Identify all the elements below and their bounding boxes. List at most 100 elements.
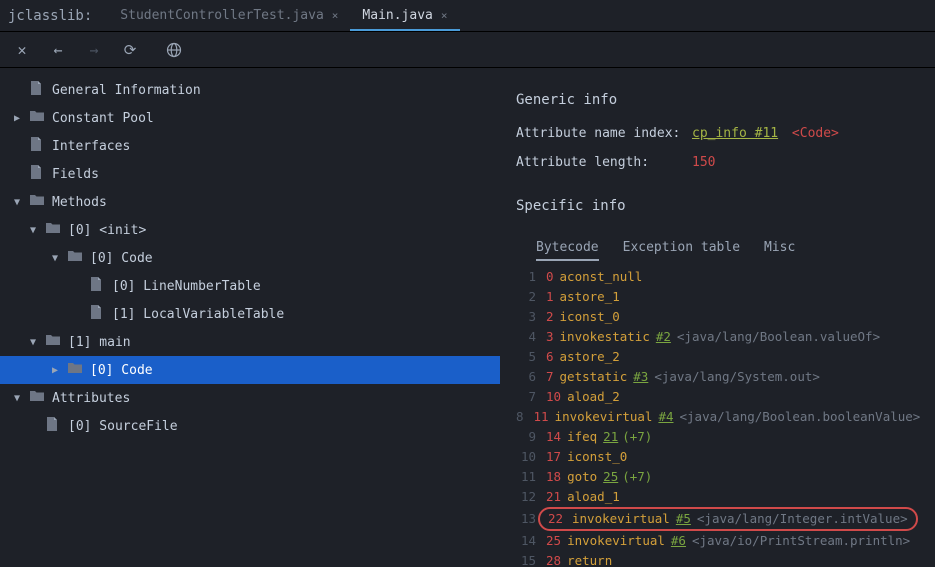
bc-content: 11 invokevirtual #4 <java/lang/Boolean.bool… [534, 407, 921, 427]
bytecode-row[interactable]: 10aconst_null [516, 267, 919, 287]
file-icon [30, 81, 46, 99]
globe-icon[interactable] [164, 40, 184, 60]
bc-comment: <java/lang/Integer.intValue> [697, 509, 908, 529]
bc-highlighted-row: 22invokevirtual#5<java/lang/Integer.intV… [538, 507, 918, 531]
bytecode-row[interactable]: 1425invokevirtual#6<java/io/PrintStream.… [516, 531, 919, 551]
chevron-down-icon[interactable]: ▼ [14, 197, 28, 208]
tree-item[interactable]: [1] LocalVariableTable [0, 300, 500, 328]
tree-item[interactable]: [0] LineNumberTable [0, 272, 500, 300]
folder-icon [30, 110, 46, 126]
app-title: jclasslib: [8, 8, 92, 24]
bc-offset: 21 [546, 489, 561, 504]
bc-ref-link[interactable]: #3 [633, 369, 648, 384]
chevron-down-icon[interactable]: ▼ [52, 253, 66, 264]
bytecode-tab[interactable]: Misc [764, 234, 795, 261]
bc-offset: 7 [546, 369, 554, 384]
tree-item[interactable]: General Information [0, 76, 500, 104]
bytecode-row[interactable]: 67getstatic#3<java/lang/System.out> [516, 367, 919, 387]
tree-item[interactable]: [0] SourceFile [0, 412, 500, 440]
tab-label: StudentControllerTest.java [120, 8, 324, 23]
tree-item[interactable]: ▼[0] Code [0, 244, 500, 272]
bc-line-number: 11 [516, 467, 536, 487]
bc-ref-link[interactable]: #4 [658, 409, 673, 424]
bytecode-tab[interactable]: Bytecode [536, 234, 599, 261]
close-icon[interactable]: × [332, 9, 339, 22]
chevron-down-icon[interactable]: ▼ [30, 337, 44, 348]
bytecode-row[interactable]: 1322invokevirtual#5<java/lang/Integer.in… [516, 507, 919, 531]
bc-comment: <java/lang/Boolean.booleanValue> [680, 409, 921, 424]
bc-ref-link[interactable]: 21 [603, 429, 618, 444]
bytecode-row[interactable]: 1221aload_1 [516, 487, 919, 507]
bc-line-number: 10 [516, 447, 536, 467]
bc-opcode: invokevirtual [555, 409, 653, 424]
chevron-down-icon[interactable]: ▼ [14, 393, 28, 404]
attr-name-link[interactable]: cp_info #11 [692, 126, 778, 141]
bytecode-row[interactable]: 32iconst_0 [516, 307, 919, 327]
tree-item-label: [0] Code [90, 363, 153, 378]
tree-item[interactable]: ▼[0] <init> [0, 216, 500, 244]
bytecode-tab[interactable]: Exception table [623, 234, 740, 261]
bc-content: 6astore_2 [546, 347, 620, 367]
tab-label: Main.java [362, 8, 432, 23]
tree-item[interactable]: Interfaces [0, 132, 500, 160]
bc-offset: 14 [546, 429, 561, 444]
bc-line-number: 8 [516, 407, 524, 427]
bc-ref-link[interactable]: 25 [603, 469, 618, 484]
tree-item[interactable]: ▼ Methods [0, 188, 500, 216]
file-tab[interactable]: StudentControllerTest.java × [108, 0, 350, 31]
bytecode-row[interactable]: 8 11 invokevirtual #4 <java/lang/Boolean.boo… [516, 407, 919, 427]
bytecode-row[interactable]: 914ifeq21(+7) [516, 427, 919, 447]
bc-delta: (+7) [622, 469, 652, 484]
bc-line-number: 6 [516, 367, 536, 387]
bc-ref-link[interactable]: #6 [671, 533, 686, 548]
chevron-down-icon[interactable]: ▼ [30, 225, 44, 236]
chevron-right-icon[interactable]: ▶ [52, 365, 66, 376]
close-icon[interactable]: ✕ [12, 40, 32, 60]
bc-content: 28return [546, 551, 612, 567]
bytecode-row[interactable]: 43invokestatic#2<java/lang/Boolean.value… [516, 327, 919, 347]
bc-offset: 10 [546, 389, 561, 404]
close-icon[interactable]: × [441, 9, 448, 22]
bc-opcode: goto [567, 469, 597, 484]
generic-info-title: Generic info [516, 92, 919, 108]
bytecode-row[interactable]: 21astore_1 [516, 287, 919, 307]
attr-name-label: Attribute name index: [516, 126, 692, 141]
tree-item[interactable]: ▼Attributes [0, 384, 500, 412]
bc-line-number: 5 [516, 347, 536, 367]
bc-line-number: 3 [516, 307, 536, 327]
bytecode-row[interactable]: 1017iconst_0 [516, 447, 919, 467]
bytecode-row[interactable]: 710aload_2 [516, 387, 919, 407]
tree-item[interactable]: ▼[1] main [0, 328, 500, 356]
bc-comment: <java/io/PrintStream.println> [692, 533, 910, 548]
bc-opcode: getstatic [560, 369, 628, 384]
refresh-icon[interactable]: ⟳ [120, 40, 140, 60]
bc-content: 18goto25(+7) [546, 467, 652, 487]
back-icon[interactable]: ← [48, 40, 68, 60]
bc-opcode: aload_1 [567, 489, 620, 504]
bc-opcode: invokestatic [560, 329, 650, 344]
tree-item-label: Constant Pool [52, 111, 154, 126]
bytecode-tabs: Bytecode Exception table Misc [516, 234, 919, 261]
bc-opcode: astore_2 [560, 349, 620, 364]
folder-icon [30, 194, 46, 210]
forward-icon[interactable]: → [84, 40, 104, 60]
specific-info-title: Specific info [516, 198, 919, 214]
bc-ref-link[interactable]: #2 [656, 329, 671, 344]
tree-item-label: Methods [52, 195, 107, 210]
tree-item[interactable]: ▶ Constant Pool [0, 104, 500, 132]
tree-item-label: Fields [52, 167, 99, 182]
toolbar: ✕ ← → ⟳ [0, 32, 935, 68]
tree-item[interactable]: ▶ [0] Code [0, 356, 500, 384]
bc-opcode: ifeq [567, 429, 597, 444]
tree-item[interactable]: Fields [0, 160, 500, 188]
bc-ref-link[interactable]: #5 [676, 509, 691, 529]
bc-opcode: return [567, 553, 612, 567]
bc-offset: 11 [534, 409, 549, 424]
file-tab[interactable]: Main.java × [350, 0, 459, 31]
chevron-right-icon[interactable]: ▶ [14, 113, 28, 124]
attr-name-index-row: Attribute name index: cp_info #11 <Code> [516, 126, 919, 141]
bytecode-row[interactable]: 5 6astore_2 [516, 347, 919, 367]
bytecode-row[interactable]: 1118goto25(+7) [516, 467, 919, 487]
bc-opcode: aconst_null [560, 269, 643, 284]
bytecode-row[interactable]: 1528return [516, 551, 919, 567]
